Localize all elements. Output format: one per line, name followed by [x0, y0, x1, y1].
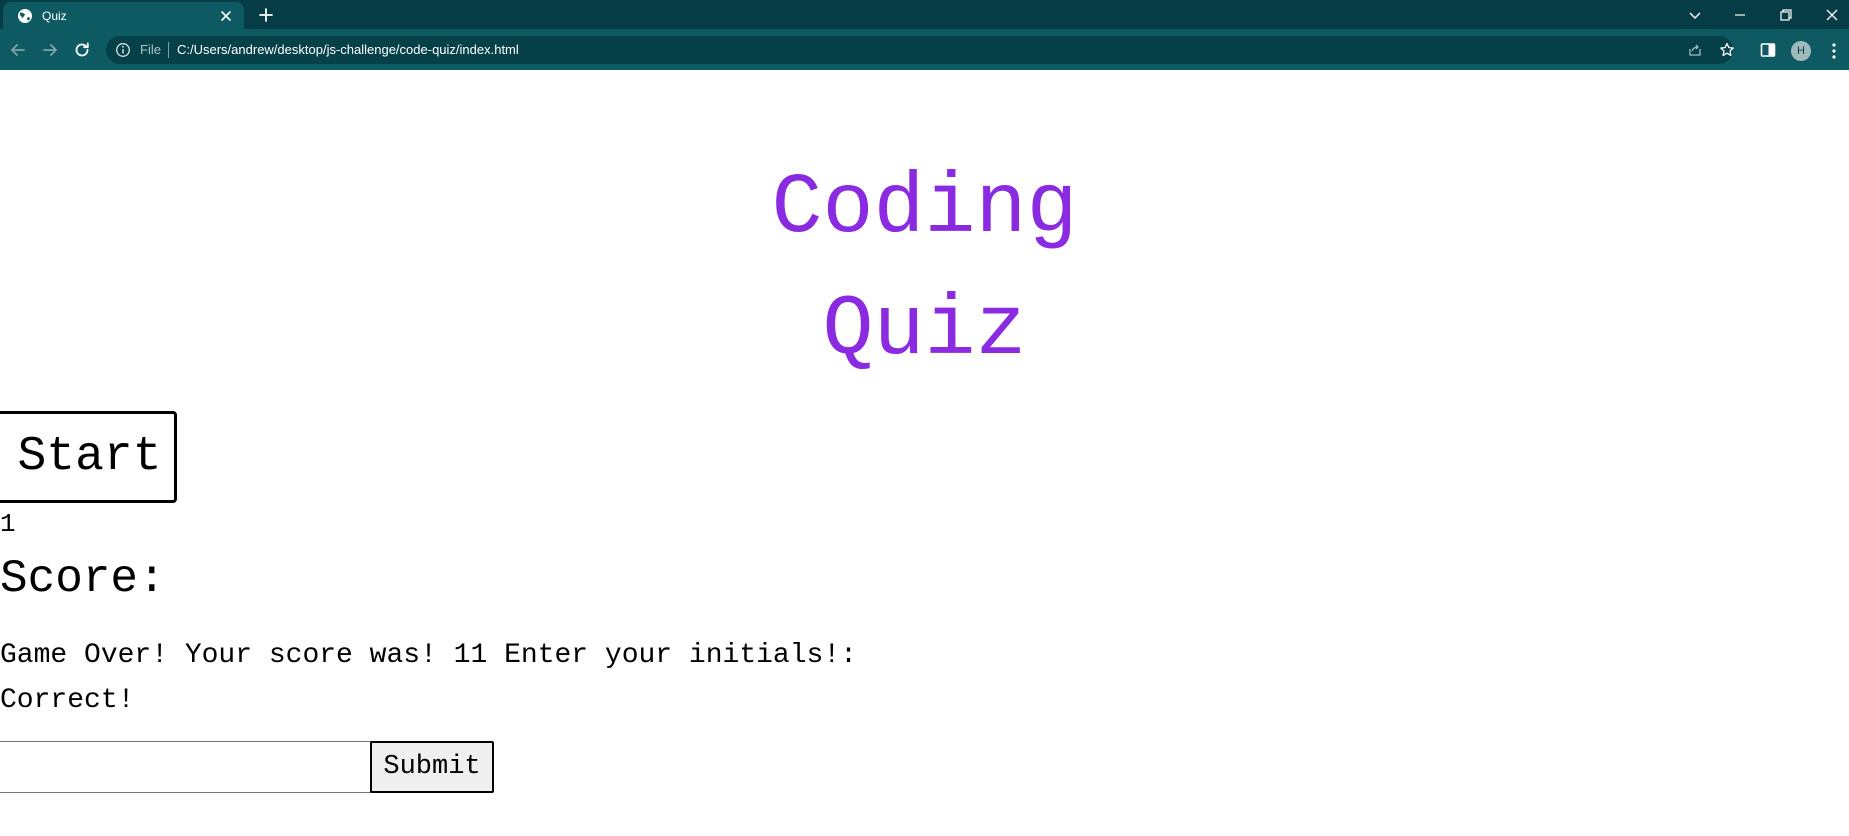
info-icon[interactable] — [115, 42, 131, 58]
plus-icon[interactable] — [257, 6, 275, 24]
answer-feedback: Correct! — [0, 685, 135, 716]
title-line-1: Coding — [771, 160, 1078, 257]
browser-toolbar: File C:/Users/andrew/desktop/js-challeng… — [0, 29, 1849, 70]
side-panel-icon[interactable] — [1759, 41, 1777, 59]
question-counter: 1 — [0, 509, 16, 539]
url-text[interactable]: C:/Users/andrew/desktop/js-challenge/cod… — [177, 42, 519, 57]
address-bar[interactable]: File C:/Users/andrew/desktop/js-challeng… — [106, 36, 1736, 64]
restore-icon[interactable] — [1777, 6, 1795, 24]
score-heading: Score: — [0, 553, 166, 605]
title-line-2: Quiz — [822, 282, 1027, 379]
tab-strip: Quiz — [0, 0, 1849, 29]
reload-icon[interactable] — [72, 40, 92, 60]
window-close-icon[interactable] — [1823, 6, 1841, 24]
url-scheme-label: File — [140, 42, 161, 57]
game-over-message: Game Over! Your score was! 11 Enter your… — [0, 640, 857, 671]
star-icon[interactable] — [1718, 41, 1736, 59]
initials-input[interactable] — [0, 741, 371, 793]
submit-button[interactable]: Submit — [370, 741, 494, 793]
page-title: Coding Quiz — [0, 148, 1849, 392]
close-icon[interactable] — [218, 8, 234, 24]
start-button[interactable]: Start — [0, 411, 177, 503]
chevron-down-icon[interactable] — [1686, 6, 1704, 24]
address-divider — [168, 42, 169, 58]
globe-icon — [18, 8, 32, 23]
tab-title: Quiz — [42, 8, 67, 23]
minimize-icon[interactable] — [1731, 6, 1749, 24]
share-icon[interactable] — [1687, 42, 1703, 58]
back-arrow-icon[interactable] — [8, 40, 28, 60]
page-viewport: Coding Quiz Start 1 Score: Game Over! Yo… — [0, 70, 1849, 836]
browser-tab-quiz[interactable]: Quiz — [3, 2, 244, 29]
avatar[interactable]: H — [1791, 41, 1811, 61]
forward-arrow-icon[interactable] — [40, 40, 60, 60]
kebab-menu-icon[interactable] — [1826, 41, 1842, 61]
